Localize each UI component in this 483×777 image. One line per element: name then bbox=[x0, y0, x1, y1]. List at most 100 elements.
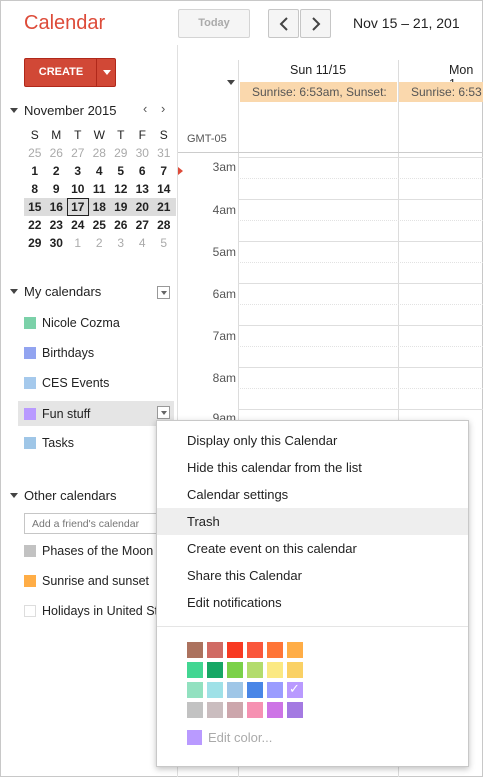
color-swatch[interactable] bbox=[287, 642, 303, 658]
mini-day[interactable]: 1 bbox=[24, 162, 46, 180]
mini-day[interactable]: 10 bbox=[67, 180, 89, 198]
calendar-color-swatch[interactable] bbox=[24, 377, 36, 389]
today-button[interactable]: Today bbox=[178, 9, 250, 38]
calendar-item-selected[interactable]: Fun stuff bbox=[18, 401, 174, 426]
color-swatch[interactable] bbox=[227, 662, 243, 678]
color-swatch[interactable] bbox=[207, 642, 223, 658]
mini-calendar-next[interactable]: › bbox=[161, 101, 165, 116]
color-swatch[interactable] bbox=[267, 702, 283, 718]
my-calendars-title[interactable]: My calendars bbox=[24, 284, 101, 299]
mini-day[interactable]: 24 bbox=[67, 216, 89, 234]
color-swatch[interactable] bbox=[187, 682, 203, 698]
mini-calendar-prev[interactable]: ‹ bbox=[143, 101, 147, 116]
mini-day[interactable]: 16 bbox=[46, 198, 68, 216]
create-button[interactable]: CREATE bbox=[24, 58, 116, 87]
mini-day[interactable]: 15 bbox=[24, 198, 46, 216]
color-swatch[interactable] bbox=[247, 662, 263, 678]
color-swatch[interactable] bbox=[247, 642, 263, 658]
mini-calendar-header[interactable]: November 2015 bbox=[10, 103, 117, 118]
calendar-item[interactable]: Sunrise and sunset bbox=[24, 570, 149, 592]
other-calendars-title[interactable]: Other calendars bbox=[24, 488, 117, 503]
calendar-item-label[interactable]: Phases of the Moon bbox=[42, 544, 153, 558]
mini-day[interactable]: 4 bbox=[132, 234, 154, 252]
mini-day[interactable]: 30 bbox=[46, 234, 68, 252]
calendar-item[interactable]: Holidays in United St bbox=[24, 600, 158, 622]
mini-day[interactable]: 5 bbox=[110, 162, 132, 180]
mini-day[interactable]: 22 bbox=[24, 216, 46, 234]
calendar-item-label[interactable]: CES Events bbox=[42, 376, 109, 390]
day-header[interactable]: Sun 11/15 bbox=[290, 63, 346, 77]
mini-day[interactable]: 2 bbox=[89, 234, 111, 252]
calendar-item[interactable]: Phases of the Moon bbox=[24, 540, 153, 562]
edit-color-link[interactable]: Edit color... bbox=[187, 730, 272, 745]
my-calendars-menu-button[interactable] bbox=[157, 286, 170, 299]
calendar-item-label[interactable]: Sunrise and sunset bbox=[42, 574, 149, 588]
mini-day[interactable]: 29 bbox=[24, 234, 46, 252]
color-swatch[interactable] bbox=[287, 702, 303, 718]
color-swatch[interactable] bbox=[187, 642, 203, 658]
color-swatch[interactable] bbox=[187, 702, 203, 718]
color-swatch-selected[interactable] bbox=[287, 681, 303, 698]
other-calendars-header[interactable]: Other calendars bbox=[10, 488, 117, 503]
calendar-item-label[interactable]: Tasks bbox=[42, 436, 74, 450]
my-calendars-header[interactable]: My calendars bbox=[10, 284, 101, 299]
mini-day[interactable]: 6 bbox=[132, 162, 154, 180]
calendar-item-label[interactable]: Holidays in United St bbox=[42, 604, 158, 618]
mini-day[interactable]: 27 bbox=[132, 216, 154, 234]
allday-event[interactable]: Sunrise: 6:53 bbox=[399, 82, 483, 102]
color-swatch[interactable] bbox=[207, 702, 223, 718]
color-swatch[interactable] bbox=[187, 662, 203, 678]
next-week-button[interactable] bbox=[300, 9, 331, 38]
calendar-color-swatch[interactable] bbox=[24, 317, 36, 329]
color-swatch[interactable] bbox=[227, 642, 243, 658]
mini-day[interactable]: 11 bbox=[89, 180, 111, 198]
color-swatch[interactable] bbox=[267, 682, 283, 698]
calendar-color-swatch[interactable] bbox=[24, 545, 36, 557]
calendar-item-label[interactable]: Birthdays bbox=[42, 346, 94, 360]
calendar-item-label[interactable]: Fun stuff bbox=[42, 407, 90, 421]
mini-day[interactable]: 1 bbox=[67, 234, 89, 252]
calendar-color-swatch[interactable] bbox=[24, 437, 36, 449]
mini-day[interactable]: 28 bbox=[89, 144, 111, 162]
mini-day-today[interactable]: 17 bbox=[67, 198, 89, 216]
mini-day[interactable]: 30 bbox=[132, 144, 154, 162]
add-friend-calendar-input[interactable] bbox=[24, 513, 174, 534]
menu-item-hide-calendar[interactable]: Hide this calendar from the list bbox=[157, 454, 468, 481]
calendar-item[interactable]: Birthdays bbox=[24, 342, 94, 364]
create-dropdown-button[interactable] bbox=[97, 59, 116, 86]
mini-day[interactable]: 3 bbox=[67, 162, 89, 180]
calendar-color-swatch[interactable] bbox=[24, 347, 36, 359]
calendar-color-swatch[interactable] bbox=[24, 605, 36, 617]
prev-week-button[interactable] bbox=[268, 9, 299, 38]
mini-day[interactable]: 29 bbox=[110, 144, 132, 162]
calendar-item[interactable]: Tasks bbox=[24, 432, 74, 454]
mini-day[interactable]: 5 bbox=[153, 234, 175, 252]
mini-day[interactable]: 31 bbox=[153, 144, 175, 162]
mini-day[interactable]: 26 bbox=[46, 144, 68, 162]
mini-day[interactable]: 26 bbox=[110, 216, 132, 234]
create-button-label[interactable]: CREATE bbox=[25, 59, 97, 86]
menu-item-edit-notifications[interactable]: Edit notifications bbox=[157, 589, 468, 616]
menu-item-share-calendar[interactable]: Share this Calendar bbox=[157, 562, 468, 589]
app-title[interactable]: Calendar bbox=[24, 12, 105, 35]
color-swatch[interactable] bbox=[227, 682, 243, 698]
mini-day[interactable]: 25 bbox=[24, 144, 46, 162]
color-swatch[interactable] bbox=[247, 702, 263, 718]
color-swatch[interactable] bbox=[207, 682, 223, 698]
color-swatch[interactable] bbox=[287, 662, 303, 678]
menu-item-trash[interactable]: Trash bbox=[157, 508, 468, 535]
mini-day[interactable]: 28 bbox=[153, 216, 175, 234]
menu-item-create-event[interactable]: Create event on this calendar bbox=[157, 535, 468, 562]
mini-day[interactable]: 18 bbox=[89, 198, 111, 216]
calendar-item-label[interactable]: Nicole Cozma bbox=[42, 316, 120, 330]
calendar-item[interactable]: CES Events bbox=[24, 372, 109, 394]
color-swatch[interactable] bbox=[267, 642, 283, 658]
menu-item-display-only[interactable]: Display only this Calendar bbox=[157, 427, 468, 454]
color-swatch[interactable] bbox=[267, 662, 283, 678]
calendar-color-swatch[interactable] bbox=[24, 575, 36, 587]
mini-day[interactable]: 9 bbox=[46, 180, 68, 198]
mini-day[interactable]: 21 bbox=[153, 198, 175, 216]
color-swatch[interactable] bbox=[207, 662, 223, 678]
color-swatch[interactable] bbox=[247, 682, 263, 698]
mini-day[interactable]: 27 bbox=[67, 144, 89, 162]
